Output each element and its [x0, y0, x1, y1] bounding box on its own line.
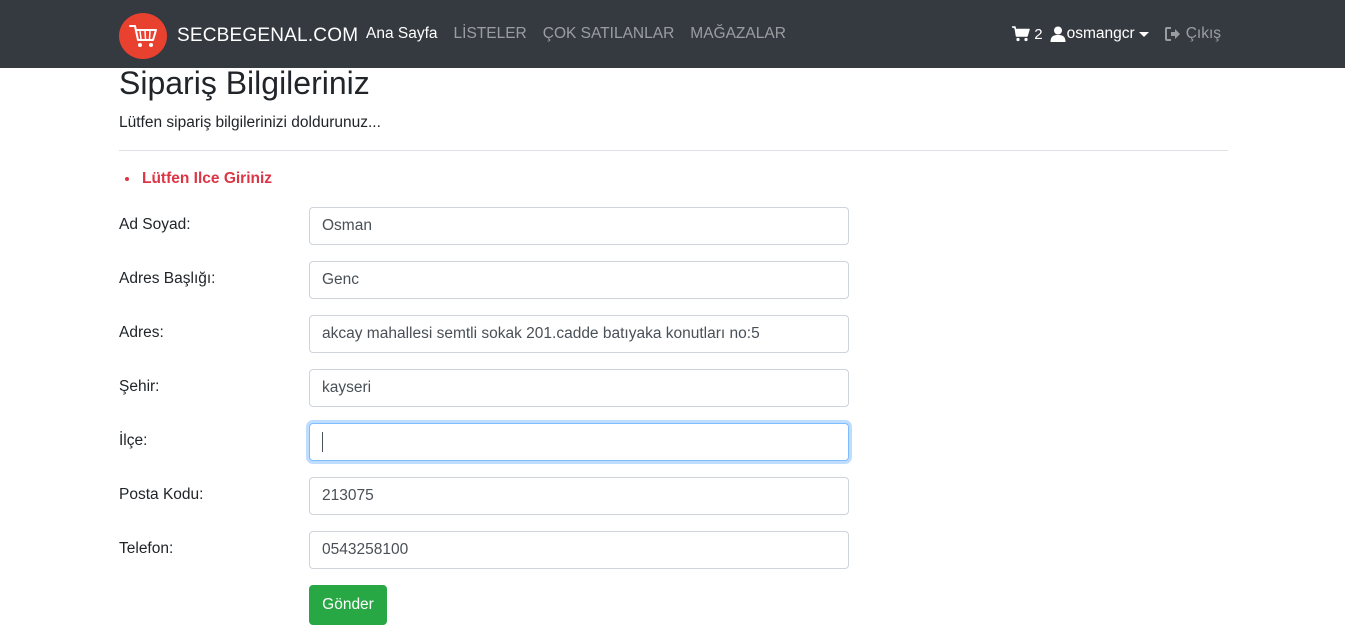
address-label: Adres: [119, 324, 164, 341]
sign-out-icon [1164, 27, 1180, 41]
postal-code-label: Posta Kodu: [119, 486, 204, 503]
phone-input[interactable] [309, 531, 849, 569]
nav-user-area: 2 osmangcr Çıkış [1012, 0, 1221, 68]
error-message: Lütfen Ilce Giriniz [140, 170, 272, 188]
username: osmangcr [1066, 25, 1135, 42]
city-input[interactable] [309, 369, 849, 407]
address-title-label: Adres Başlığı: [119, 270, 216, 287]
form-row-district: İlçe: [119, 423, 849, 461]
logout-link[interactable]: Çıkış [1164, 25, 1221, 43]
nav-link-home[interactable]: Ana Sayfa [366, 25, 438, 43]
brand-link[interactable]: SECBEGENAL.COM [119, 13, 358, 59]
page-title: Sipariş Bilgileriniz [119, 65, 370, 101]
nav-menu: Ana Sayfa LİSTELER ÇOK SATILANLAR MAĞAZA… [366, 0, 802, 68]
form-row-city: Şehir: [119, 369, 849, 407]
address-title-input[interactable] [309, 261, 849, 299]
form-row-address: Adres: [119, 315, 849, 353]
validation-errors: Lütfen Ilce Giriniz [140, 170, 272, 188]
cart-count: 2 [1034, 25, 1043, 43]
brand-name: SECBEGENAL.COM [177, 25, 359, 46]
chevron-down-icon [1138, 31, 1149, 37]
nav-link-stores[interactable]: MAĞAZALAR [690, 25, 786, 43]
fullname-label: Ad Soyad: [119, 216, 191, 233]
city-label: Şehir: [119, 378, 160, 395]
divider [119, 150, 1228, 151]
page-subtitle: Lütfen sipariş bilgilerinizi doldurunuz.… [119, 114, 381, 131]
district-input[interactable] [309, 423, 849, 461]
nav-link-bestsellers[interactable]: ÇOK SATILANLAR [543, 25, 675, 43]
form-row-phone: Telefon: [119, 531, 849, 569]
text-cursor [322, 432, 323, 452]
user-icon [1050, 26, 1066, 42]
form-row-postal-code: Posta Kodu: [119, 477, 849, 515]
nav-link-lists[interactable]: LİSTELER [454, 25, 527, 43]
phone-label: Telefon: [119, 540, 174, 557]
logout-label: Çıkış [1185, 25, 1221, 42]
address-input[interactable] [309, 315, 849, 353]
district-label: İlçe: [119, 432, 148, 449]
user-dropdown[interactable]: osmangcr [1050, 25, 1149, 43]
form-row-fullname: Ad Soyad: [119, 207, 849, 245]
submit-button[interactable]: Gönder [309, 585, 387, 625]
form-row-address-title: Adres Başlığı: [119, 261, 849, 299]
cart-icon [1012, 26, 1031, 42]
fullname-input[interactable] [309, 207, 849, 245]
cart-link[interactable]: 2 [1012, 25, 1043, 43]
postal-code-input[interactable] [309, 477, 849, 515]
shopping-cart-logo-icon [119, 13, 167, 59]
top-navbar: SECBEGENAL.COM Ana Sayfa LİSTELER ÇOK SA… [0, 0, 1345, 68]
